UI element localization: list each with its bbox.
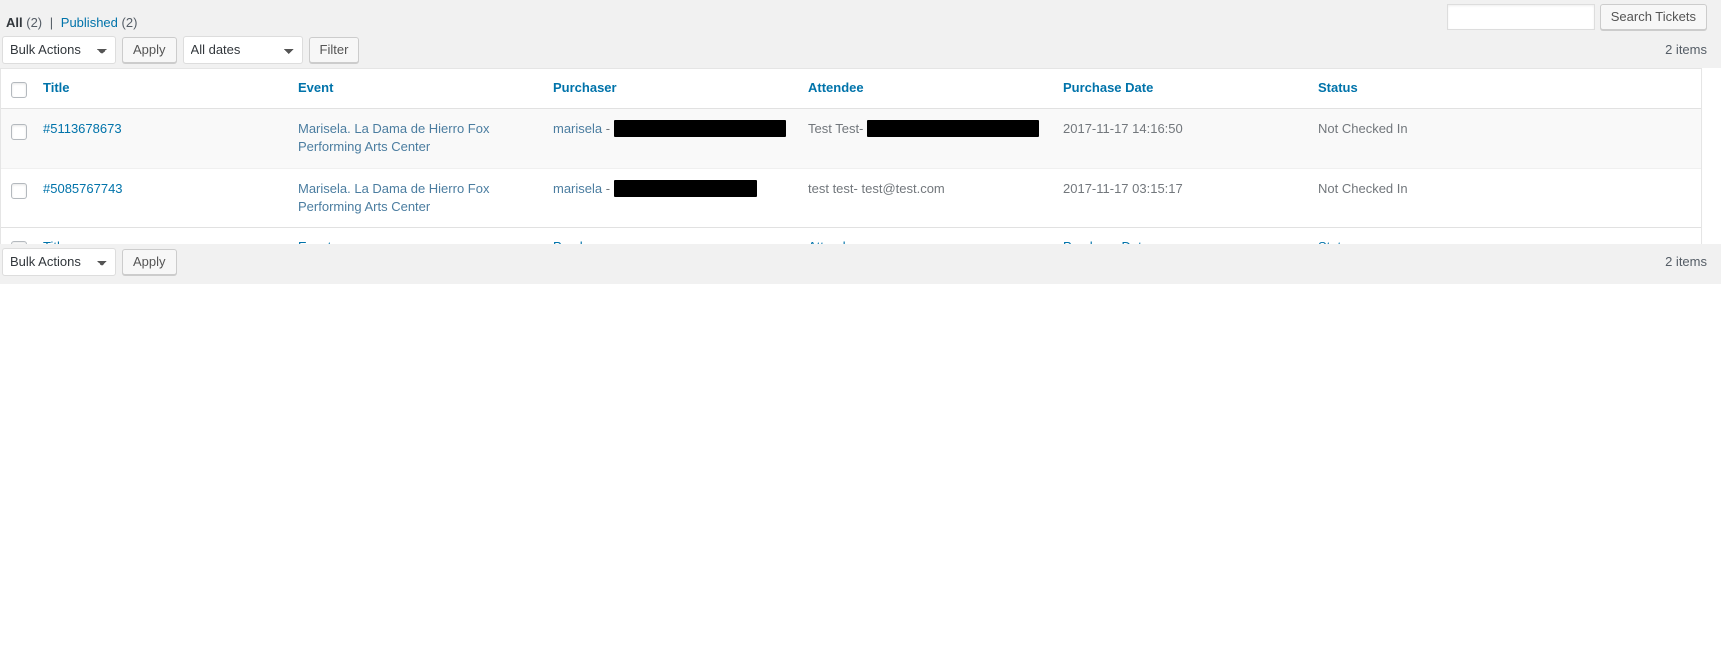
row-attendee-cell: test test- test@test.com bbox=[808, 169, 1063, 227]
attendee-email-redacted bbox=[867, 120, 1040, 138]
sort-purchase-date-link[interactable]: Purchase Date bbox=[1063, 80, 1153, 95]
row-event-cell: Marisela. La Dama de Hierro Fox Performi… bbox=[298, 169, 553, 227]
row-event-cell: Marisela. La Dama de Hierro Fox Performi… bbox=[298, 109, 553, 169]
view-all-link[interactable]: All bbox=[6, 15, 23, 30]
row-title-cell: #5085767743 bbox=[43, 169, 298, 227]
bulk-actions-top: Bulk Actions Apply All dates Filter bbox=[2, 36, 360, 64]
sort-event-link[interactable]: Event bbox=[298, 80, 333, 95]
table-row: #5085767743 Marisela. La Dama de Hierro … bbox=[1, 169, 1701, 227]
row-status-cell: Not Checked In bbox=[1318, 169, 1701, 227]
purchaser-email-redacted bbox=[613, 120, 786, 138]
displaying-num-top: 2 items bbox=[1665, 42, 1707, 57]
ticket-title-link[interactable]: #5085767743 bbox=[43, 181, 123, 196]
ticket-title-link[interactable]: #5113678673 bbox=[43, 121, 122, 136]
row-attendee-cell: Test Test- bbox=[808, 109, 1063, 169]
select-all-checkbox[interactable] bbox=[11, 81, 27, 98]
row-title-cell: #5113678673 bbox=[43, 109, 298, 169]
header-title: Title bbox=[43, 69, 298, 110]
row-status-cell: Not Checked In bbox=[1318, 109, 1701, 169]
view-published-count: (2) bbox=[121, 15, 138, 30]
table-body: #5113678673 Marisela. La Dama de Hierro … bbox=[1, 109, 1701, 227]
apply-button-bottom[interactable]: Apply bbox=[122, 249, 177, 275]
purchaser-email-redacted bbox=[613, 179, 757, 197]
row-purchase-date-cell: 2017-11-17 14:16:50 bbox=[1063, 109, 1318, 169]
row-purchaser-cell: marisela - bbox=[553, 169, 808, 227]
status-value: Not Checked In bbox=[1318, 121, 1408, 137]
tablenav-bottom: Bulk Actions Apply bbox=[0, 248, 1721, 280]
purchaser-separator: - bbox=[605, 180, 611, 196]
admin-tickets-page: All (2) | Published (2) Search Tickets B… bbox=[0, 0, 1721, 648]
row-checkbox[interactable] bbox=[11, 183, 27, 200]
row-purchaser-cell: marisela - bbox=[553, 109, 808, 169]
row-purchase-date-cell: 2017-11-17 03:15:17 bbox=[1063, 169, 1318, 227]
search-box: Search Tickets bbox=[1446, 4, 1707, 30]
purchaser-separator: - bbox=[605, 121, 611, 137]
status-value: Not Checked In bbox=[1318, 180, 1408, 196]
sort-status-link[interactable]: Status bbox=[1318, 80, 1358, 95]
event-link[interactable]: Marisela. La Dama de Hierro Fox Performi… bbox=[298, 120, 533, 156]
filter-button[interactable]: Filter bbox=[308, 37, 360, 63]
event-link[interactable]: Marisela. La Dama de Hierro Fox Performi… bbox=[298, 180, 533, 216]
search-input[interactable] bbox=[1446, 4, 1595, 30]
bulk-actions-select-bottom[interactable]: Bulk Actions bbox=[2, 248, 116, 276]
sort-attendee-link[interactable]: Attendee bbox=[808, 80, 864, 95]
select-all-header bbox=[1, 69, 43, 110]
apply-button-top[interactable]: Apply bbox=[122, 37, 177, 63]
row-select-cell bbox=[1, 169, 43, 227]
header-event: Event bbox=[298, 69, 553, 110]
header-purchase-date: Purchase Date bbox=[1063, 69, 1318, 110]
purchaser-name-link[interactable]: marisela bbox=[553, 181, 602, 196]
table-header-row: Title Event Purchaser Attendee Purchase … bbox=[1, 69, 1701, 110]
header-purchaser: Purchaser bbox=[553, 69, 808, 110]
view-published-link[interactable]: Published bbox=[61, 15, 118, 30]
table-row: #5113678673 Marisela. La Dama de Hierro … bbox=[1, 109, 1701, 169]
header-attendee: Attendee bbox=[808, 69, 1063, 110]
table-head: Title Event Purchaser Attendee Purchase … bbox=[1, 69, 1701, 110]
attendee-name: test test- bbox=[808, 180, 858, 196]
status-views-list: All (2) | Published (2) bbox=[6, 14, 137, 32]
sort-title-link[interactable]: Title bbox=[43, 80, 70, 95]
views-separator: | bbox=[49, 15, 54, 30]
tickets-table: Title Event Purchaser Attendee Purchase … bbox=[0, 68, 1702, 269]
purchase-date-value: 2017-11-17 03:15:17 bbox=[1063, 180, 1183, 196]
header-status: Status bbox=[1318, 69, 1701, 110]
purchaser-name-link[interactable]: marisela bbox=[553, 121, 602, 136]
bulk-actions-select-top[interactable]: Bulk Actions bbox=[2, 36, 116, 64]
sort-purchaser-link[interactable]: Purchaser bbox=[553, 80, 617, 95]
row-checkbox[interactable] bbox=[11, 123, 27, 140]
date-filter-select[interactable]: All dates bbox=[182, 36, 303, 64]
tablenav-top: Bulk Actions Apply All dates Filter 2 it… bbox=[0, 36, 1721, 68]
view-all-count: (2) bbox=[26, 15, 43, 30]
purchase-date-value: 2017-11-17 14:16:50 bbox=[1063, 121, 1183, 137]
row-select-cell bbox=[1, 109, 43, 169]
attendee-name: Test Test- bbox=[808, 121, 864, 137]
attendee-email: test@test.com bbox=[861, 180, 945, 196]
bulk-actions-bottom: Bulk Actions Apply bbox=[2, 248, 177, 276]
search-tickets-button[interactable]: Search Tickets bbox=[1599, 4, 1707, 30]
